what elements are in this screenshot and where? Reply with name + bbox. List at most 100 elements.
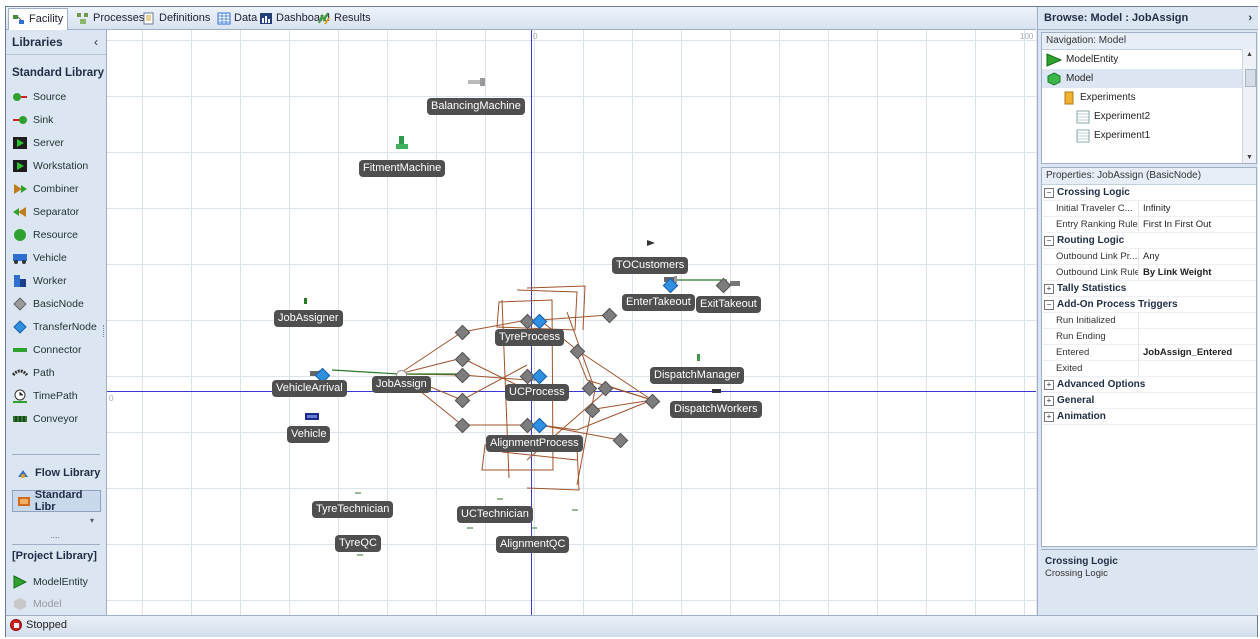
category-addon-triggers[interactable]: − Add-On Process Triggers	[1042, 297, 1256, 313]
property-value[interactable]: Any	[1139, 249, 1159, 264]
tree-item-modelentity[interactable]: ModelEntity	[1042, 50, 1256, 69]
vehiclearrival-label[interactable]: VehicleArrival	[272, 380, 347, 397]
resource-icon	[12, 228, 28, 242]
tree-label: ModelEntity	[1066, 54, 1119, 65]
scroll-thumb[interactable]	[1245, 69, 1256, 87]
tab-results[interactable]: Results	[314, 9, 375, 28]
property-row[interactable]: Run Initialized	[1042, 313, 1256, 329]
tab-processes[interactable]: Processes	[73, 9, 148, 28]
chevron-down-icon[interactable]: ▾	[90, 516, 94, 525]
library-item-source[interactable]: Source	[6, 85, 106, 108]
balancingmachine-label[interactable]: BalancingMachine	[427, 98, 525, 115]
property-row[interactable]: Outbound Link Rule By Link Weight	[1042, 265, 1256, 281]
tyretechnician-label[interactable]: TyreTechnician	[312, 501, 394, 518]
category-tally-statistics[interactable]: + Tally Statistics	[1042, 281, 1256, 297]
uctechnician-symbol[interactable]	[497, 497, 503, 502]
property-value[interactable]	[1139, 329, 1143, 344]
fitment-machine-symbol[interactable]	[396, 136, 408, 150]
property-value[interactable]	[1139, 361, 1143, 376]
library-item-separator[interactable]: Separator	[6, 200, 106, 223]
library-item-server[interactable]: Server	[6, 131, 106, 154]
tab-results-label: Results	[334, 12, 371, 24]
property-row[interactable]: Initial Traveler C... Infinity	[1042, 201, 1256, 217]
balancing-machine-symbol[interactable]	[468, 78, 486, 87]
dispatchworkers-symbol[interactable]	[712, 389, 722, 394]
tree-item-experiment2[interactable]: Experiment2	[1042, 107, 1256, 126]
entertakeout-label[interactable]: EnterTakeout	[622, 294, 695, 311]
tree-item-model[interactable]: Model	[1042, 69, 1256, 88]
project-item-modelentity[interactable]: ModelEntity	[6, 570, 88, 593]
property-value[interactable]	[1139, 313, 1143, 328]
chevron-right-icon[interactable]: ›	[1248, 7, 1252, 29]
jobassigner-label[interactable]: JobAssigner	[274, 310, 343, 327]
library-item-transfernode[interactable]: TransferNode	[6, 315, 106, 338]
category-routing-logic[interactable]: − Routing Logic	[1042, 233, 1256, 249]
dispatchmanager-label[interactable]: DispatchManager	[650, 367, 745, 384]
property-value[interactable]: JobAssign_Entered	[1139, 345, 1232, 360]
project-item-model[interactable]: Model	[6, 592, 62, 615]
worker-symbol[interactable]	[467, 526, 473, 531]
property-value[interactable]: By Link Weight	[1139, 265, 1211, 280]
standard-library-button[interactable]: Standard Libr	[12, 489, 101, 513]
scroll-down-icon[interactable]: ▼	[1246, 154, 1253, 161]
uctechnician-label[interactable]: UCTechnician	[457, 506, 533, 523]
library-item-combiner[interactable]: Combiner	[6, 177, 106, 200]
category-advanced-options[interactable]: + Advanced Options	[1042, 377, 1256, 393]
property-row[interactable]: Exited	[1042, 361, 1256, 377]
tyretechnician-symbol[interactable]	[355, 491, 361, 496]
property-value[interactable]: Infinity	[1139, 201, 1170, 216]
alignment-worker-symbol[interactable]	[572, 508, 578, 513]
jobassigner-symbol[interactable]	[304, 298, 308, 305]
tyreqc-label[interactable]: TyreQC	[335, 535, 381, 552]
navigation-scrollbar[interactable]: ▲ ▼	[1242, 49, 1256, 163]
library-item-basicnode[interactable]: BasicNode	[6, 292, 106, 315]
jobassign-label[interactable]: JobAssign	[372, 376, 431, 393]
collapse-libraries-button[interactable]: ‹	[94, 30, 98, 54]
dispatchworkers-label[interactable]: DispatchWorkers	[670, 401, 762, 418]
alignmentprocess-label[interactable]: AlignmentProcess	[486, 435, 583, 452]
tree-item-experiment1[interactable]: Experiment1	[1042, 126, 1256, 145]
category-crossing-logic[interactable]: − Crossing Logic	[1042, 185, 1256, 201]
library-item-sink[interactable]: Sink	[6, 108, 106, 131]
category-animation[interactable]: + Animation	[1042, 409, 1256, 425]
property-row[interactable]: Run Ending	[1042, 329, 1256, 345]
alignmentqc-label[interactable]: AlignmentQC	[496, 536, 570, 553]
tree-label: Experiment1	[1094, 130, 1151, 141]
facility-canvas[interactable]: 0 100 0 BalancingMachine FitmentMachine …	[107, 30, 1036, 615]
alignmentqc-symbol[interactable]	[531, 526, 537, 531]
library-item-connector[interactable]: Connector	[6, 338, 106, 361]
tab-data[interactable]: Data	[214, 9, 261, 28]
library-item-path[interactable]: Path	[6, 361, 106, 384]
scroll-up-icon[interactable]: ▲	[1246, 51, 1253, 58]
property-row[interactable]: Outbound Link Pr... Any	[1042, 249, 1256, 265]
library-item-resource[interactable]: Resource	[6, 223, 106, 246]
experiment-icon	[1076, 110, 1090, 123]
flow-library-button[interactable]: Flow Library	[12, 462, 101, 484]
tab-facility[interactable]: Facility	[8, 8, 69, 30]
vehicle-label[interactable]: Vehicle	[287, 426, 331, 443]
property-value[interactable]: First In First Out	[1139, 217, 1211, 232]
property-name: Entry Ranking Rule	[1042, 217, 1139, 232]
ucprocess-label[interactable]: UCProcess	[505, 384, 569, 401]
tyreqc-symbol[interactable]	[357, 553, 363, 558]
tocustomers-label[interactable]: TOCustomers	[612, 257, 689, 274]
tocustomers-symbol[interactable]	[647, 240, 655, 247]
library-item-conveyor[interactable]: Conveyor	[6, 407, 106, 430]
property-row[interactable]: Entered JobAssign_Entered	[1042, 345, 1256, 361]
tree-item-experiments[interactable]: Experiments	[1042, 88, 1256, 107]
category-general[interactable]: + General	[1042, 393, 1256, 409]
splitter-handle[interactable]	[103, 325, 106, 337]
library-item-timepath[interactable]: TimePath	[6, 384, 106, 407]
exittakeout-label[interactable]: ExitTakeout	[696, 296, 761, 313]
tyreprocess-label[interactable]: TyreProcess	[495, 329, 565, 346]
library-item-vehicle[interactable]: Vehicle	[6, 246, 106, 269]
tab-definitions[interactable]: Definitions	[139, 9, 214, 28]
property-name: Entered	[1042, 345, 1139, 360]
dispatchmanager-symbol[interactable]	[697, 354, 701, 362]
library-item-workstation[interactable]: Workstation	[6, 154, 106, 177]
conveyor-icon	[12, 412, 28, 426]
library-item-worker[interactable]: Worker	[6, 269, 106, 292]
fitmentmachine-label[interactable]: FitmentMachine	[359, 160, 446, 177]
property-row[interactable]: Entry Ranking Rule First In First Out	[1042, 217, 1256, 233]
vehicle-symbol[interactable]	[305, 413, 319, 421]
